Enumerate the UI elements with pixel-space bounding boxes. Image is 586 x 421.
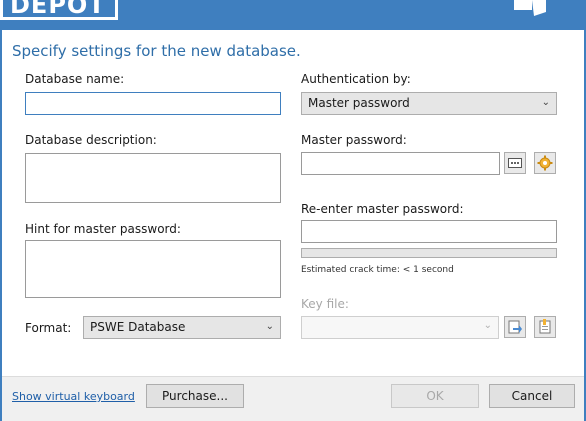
dialog-subtitle: Specify settings for the new database.	[12, 42, 301, 60]
gear-icon	[537, 155, 553, 171]
password-settings-button[interactable]	[534, 152, 556, 174]
purchase-button[interactable]: Purchase...	[146, 384, 244, 408]
reenter-password-label: Re-enter master password:	[301, 202, 464, 216]
new-file-icon	[539, 319, 551, 334]
brand-logo-text: DEPOT	[10, 0, 106, 19]
auth-label: Authentication by:	[301, 72, 411, 86]
create-key-file-button[interactable]	[534, 316, 556, 338]
crack-time-text: Estimated crack time: < 1 second	[301, 265, 454, 275]
password-strength-bar	[301, 248, 557, 258]
app-logo-icon	[512, 0, 548, 20]
key-file-label: Key file:	[301, 297, 349, 311]
key-file-select[interactable]: ⌄	[301, 316, 499, 339]
master-password-label: Master password:	[301, 133, 407, 147]
ok-button[interactable]: OK	[391, 384, 479, 408]
database-name-label: Database name:	[25, 72, 125, 86]
format-label: Format:	[25, 321, 72, 335]
browse-key-file-button[interactable]	[504, 316, 526, 338]
format-select[interactable]: PSWE Database ⌄	[83, 316, 281, 339]
chevron-down-icon: ⌄	[265, 321, 274, 332]
auth-select[interactable]: Master password ⌄	[301, 92, 557, 115]
password-generator-button[interactable]	[504, 152, 526, 174]
dots-icon	[508, 158, 522, 168]
database-name-field[interactable]	[25, 92, 281, 115]
hint-field[interactable]	[25, 240, 281, 298]
database-description-field[interactable]	[25, 153, 281, 203]
cancel-button[interactable]: Cancel	[489, 384, 575, 408]
master-password-field[interactable]	[301, 152, 500, 175]
open-file-icon	[508, 320, 522, 334]
reenter-password-field[interactable]	[301, 220, 557, 243]
database-description-label: Database description:	[25, 133, 157, 147]
chevron-down-icon: ⌄	[541, 97, 550, 108]
chevron-down-icon: ⌄	[483, 320, 492, 331]
hint-label: Hint for master password:	[25, 222, 181, 236]
show-virtual-keyboard-link[interactable]: Show virtual keyboard	[12, 390, 135, 403]
